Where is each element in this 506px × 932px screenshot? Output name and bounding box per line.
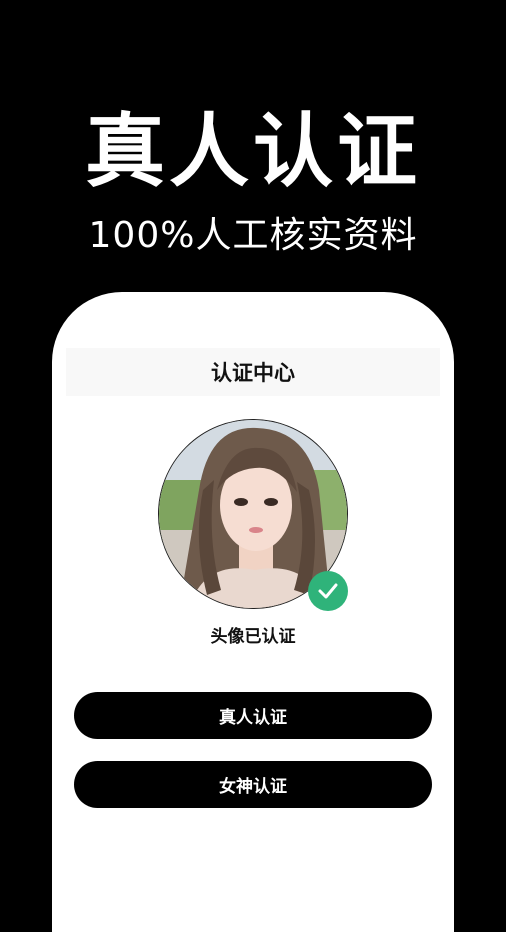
avatar-status-label: 头像已认证 — [210, 627, 296, 647]
hero-title: 真人认证 — [85, 105, 421, 198]
goddess-verify-button[interactable]: 女神认证 — [74, 761, 432, 808]
avatar-container — [158, 419, 348, 611]
verification-card: 认证中心 头像已认证 真人认证 女神认证 — [52, 292, 454, 932]
check-circle-icon — [308, 571, 348, 611]
card-header: 认证中心 — [66, 348, 440, 396]
real-person-verify-button[interactable]: 真人认证 — [74, 692, 432, 739]
hero-subtitle: 100%人工核实资料 — [88, 215, 418, 256]
page-title: 认证中心 — [211, 361, 295, 385]
